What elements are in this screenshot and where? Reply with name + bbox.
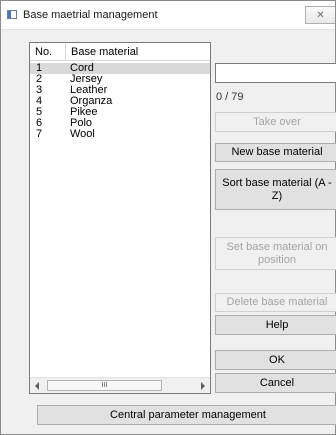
base-material-name-input[interactable] [215, 63, 336, 83]
help-button[interactable]: Help [215, 315, 336, 335]
list-item[interactable]: 3 Leather [30, 85, 210, 96]
list-rows: 1 Cord 2 Jersey 3 Leather 4 Organza 5 Pikee 6 Polo 7… [30, 63, 210, 140]
list-item[interactable]: 5 Pikee [30, 107, 210, 118]
app-window-icon [7, 10, 17, 19]
take-over-button[interactable]: Take over [215, 112, 336, 132]
central-parameter-management-button[interactable]: Central parameter management [37, 405, 336, 425]
cancel-button[interactable]: Cancel [215, 373, 336, 393]
column-header-no[interactable]: No. [30, 43, 66, 60]
new-base-material-button[interactable]: New base material [215, 143, 336, 162]
window-title: Base maetrial management [23, 9, 158, 21]
scroll-thumb[interactable]: III [47, 380, 162, 391]
ok-button[interactable]: OK [215, 350, 336, 370]
column-header-base-material[interactable]: Base material [66, 43, 138, 60]
title-bar[interactable]: Base maetrial management ✕ [1, 1, 335, 30]
horizontal-scrollbar[interactable]: III [30, 377, 210, 393]
list-item[interactable]: 2 Jersey [30, 74, 210, 85]
sort-base-material-button[interactable]: Sort base material (A - Z) [215, 169, 336, 210]
list-item-no: 7 [36, 128, 43, 140]
close-button[interactable]: ✕ [305, 6, 335, 24]
scroll-right-arrow-icon[interactable] [201, 382, 205, 390]
list-item-material: Wool [70, 128, 95, 140]
base-material-dialog: Base maetrial management ✕ No. Base mate… [0, 0, 336, 435]
close-icon: ✕ [316, 9, 325, 21]
scroll-thumb-grip: III [101, 382, 108, 389]
list-item[interactable]: 4 Organza [30, 96, 210, 107]
set-base-material-position-button[interactable]: Set base material on position [215, 237, 336, 270]
list-header: No. Base material [30, 43, 210, 61]
list-item[interactable]: 7 Wool [30, 129, 210, 140]
base-material-list[interactable]: No. Base material 1 Cord 2 Jersey 3 Leather 4 O… [29, 42, 211, 394]
delete-base-material-button[interactable]: Delete base material [215, 293, 336, 312]
list-item[interactable]: 1 Cord [30, 63, 210, 74]
list-item[interactable]: 6 Polo [30, 118, 210, 129]
material-counter: 0 / 79 [216, 91, 244, 103]
scroll-left-arrow-icon[interactable] [35, 382, 39, 390]
